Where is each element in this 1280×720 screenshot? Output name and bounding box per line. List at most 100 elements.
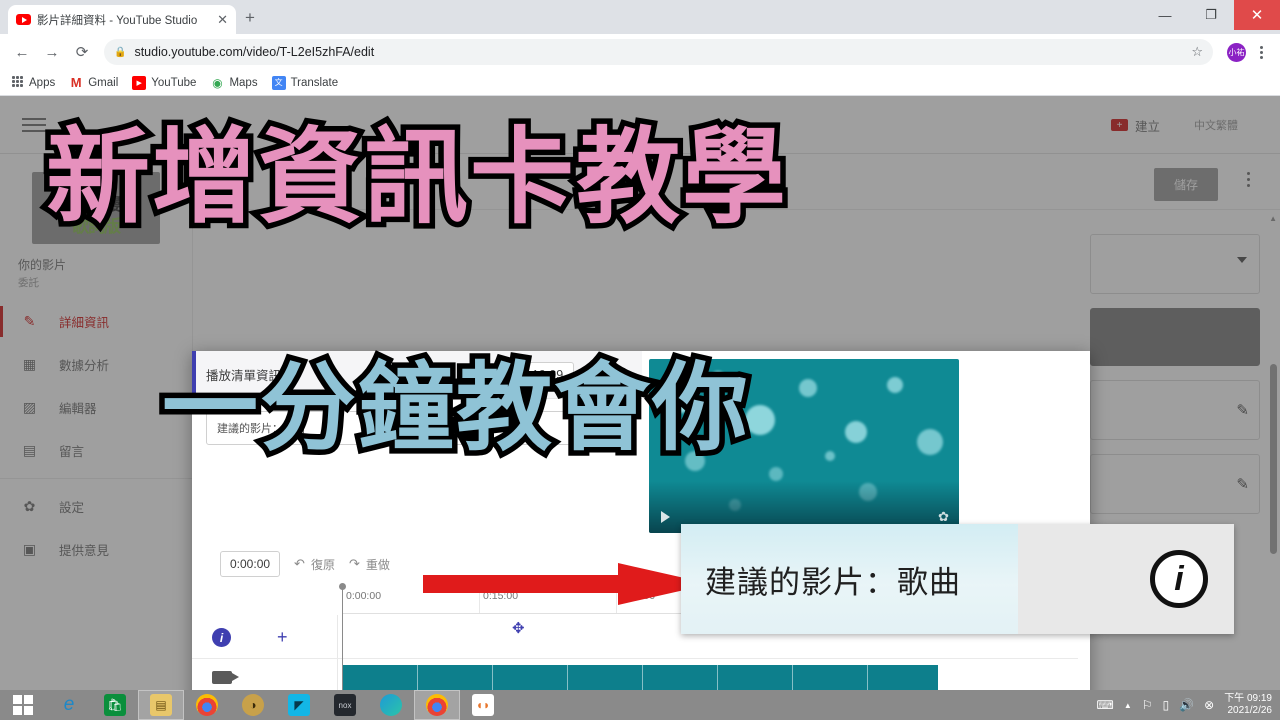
thumbnail-field[interactable] xyxy=(1090,308,1260,366)
start-button[interactable] xyxy=(0,690,46,720)
sidebar-item-settings[interactable]: ✿ 設定 xyxy=(0,485,192,528)
redo-label: 重做 xyxy=(365,557,390,572)
edit-field-1[interactable]: ✎ xyxy=(1090,380,1260,440)
maps-pin-icon: ◉ xyxy=(212,75,223,90)
banner-text: 建議的影片：歌曲 xyxy=(705,564,961,600)
windows-taskbar: e 🛍 ▤ ◑ ◤ nox ◖◗ ⌨ ▲ ⚐ ▯ 🔊 ⊗ 下午 09:19 20… xyxy=(0,690,1280,720)
video-camera-icon xyxy=(212,671,239,684)
undo-icon: ↶ xyxy=(294,556,305,571)
card-timeline-marker[interactable]: ✥ xyxy=(512,619,525,645)
video-row-controls xyxy=(212,671,239,684)
bookmark-maps[interactable]: ◉ Maps xyxy=(210,76,257,90)
current-time-field[interactable]: 0:00:00 xyxy=(220,551,281,577)
bookmark-star-icon[interactable]: ☆ xyxy=(1191,44,1203,60)
video-filmstrip[interactable] xyxy=(342,665,938,690)
redo-icon: ↷ xyxy=(348,556,360,571)
browser-tab[interactable]: 影片詳細資料 - YouTube Studio ✕ xyxy=(8,5,236,34)
edge-icon xyxy=(380,694,402,716)
pencil-icon: ✎ xyxy=(1236,402,1249,419)
close-circle-icon[interactable]: ⊗ xyxy=(1204,698,1214,712)
window-controls: — ❐ ✕ xyxy=(1142,0,1280,30)
gmail-icon: M xyxy=(70,75,82,90)
sidebar-item-label: 數據分析 xyxy=(59,359,110,373)
pencil-icon: ✎ xyxy=(23,313,36,329)
chrome-button[interactable] xyxy=(184,690,230,720)
youtube-icon: ▶ xyxy=(132,75,147,90)
translate-icon: 文 xyxy=(271,75,286,90)
windows-logo-icon xyxy=(13,695,33,715)
reload-icon[interactable]: ⟳ xyxy=(68,38,96,66)
info-circle-icon: i xyxy=(212,628,231,647)
bookmark-apps[interactable]: Apps xyxy=(10,75,56,90)
internet-explorer-button[interactable]: e xyxy=(46,690,92,720)
bookmark-label: Translate xyxy=(290,76,339,89)
bookmark-label: Apps xyxy=(29,76,56,89)
play-icon[interactable] xyxy=(661,511,670,523)
sidebar-divider xyxy=(0,478,192,479)
back-icon[interactable]: ← xyxy=(8,38,36,66)
new-tab-button[interactable]: + xyxy=(245,9,255,26)
keyboard-icon[interactable]: ⌨ xyxy=(1097,698,1114,712)
chevron-down-icon xyxy=(1237,257,1247,263)
file-explorer-button[interactable]: ▤ xyxy=(138,690,184,720)
edge-button[interactable] xyxy=(368,690,414,720)
flag-icon[interactable]: ⚐ xyxy=(1142,698,1153,712)
nox-button[interactable]: nox xyxy=(322,690,368,720)
address-bar[interactable]: 🔒 studio.youtube.com/video/T-L2eI5zhFA/e… xyxy=(104,39,1213,65)
sidebar-item-label: 詳細資訊 xyxy=(59,316,110,330)
bookmark-gmail[interactable]: M Gmail xyxy=(69,75,118,90)
cards-row-controls: i + xyxy=(212,627,288,648)
apps-grid-icon xyxy=(10,75,24,90)
create-label: 建立 xyxy=(1134,119,1160,134)
undo-button[interactable]: ↶ 復原 xyxy=(294,556,335,573)
scrollbar-thumb[interactable] xyxy=(1270,364,1277,554)
gear-icon[interactable]: ✿ xyxy=(938,509,949,525)
details-field-column: ✎ ✎ xyxy=(1090,234,1260,528)
dropdown-field[interactable] xyxy=(1090,234,1260,294)
clock[interactable]: 下午 09:19 2021/2/26 xyxy=(1224,693,1272,718)
close-window-button[interactable]: ✕ xyxy=(1234,0,1280,30)
redo-button[interactable]: ↷ 重做 xyxy=(349,556,390,573)
bookmark-label: YouTube xyxy=(151,76,197,89)
store-button[interactable]: 🛍 xyxy=(92,690,138,720)
avatar[interactable]: 小祐 xyxy=(1227,42,1246,62)
kmplayer-button[interactable]: ◤ xyxy=(276,690,322,720)
overlay-banner: 建議的影片：歌曲 i xyxy=(681,524,1234,634)
chrome-active-button[interactable] xyxy=(414,690,460,720)
forward-icon[interactable]: → xyxy=(38,38,66,66)
timeline-playhead[interactable] xyxy=(339,583,346,690)
edit-field-2[interactable]: ✎ xyxy=(1090,454,1260,514)
create-button[interactable]: 建立 xyxy=(1101,110,1170,140)
chevron-up-icon[interactable]: ▲ xyxy=(1124,701,1132,710)
office-icon: ◖◗ xyxy=(472,694,494,716)
close-icon[interactable]: ✕ xyxy=(217,13,228,26)
bookmark-translate[interactable]: 文 Translate xyxy=(271,75,339,90)
league-of-legends-button[interactable]: ◑ xyxy=(230,690,276,720)
volume-icon[interactable]: 🔊 xyxy=(1179,698,1194,712)
sidebar-item-label: 留言 xyxy=(59,445,85,459)
bookmark-youtube[interactable]: ▶ YouTube xyxy=(132,75,197,90)
system-tray: ⌨ ▲ ⚐ ▯ 🔊 ⊗ 下午 09:19 2021/2/26 xyxy=(1097,690,1280,720)
clapperboard-icon: ▨ xyxy=(22,399,37,415)
minimize-button[interactable]: — xyxy=(1142,0,1188,30)
browser-menu-icon[interactable] xyxy=(1250,45,1272,59)
sidebar-item-feedback[interactable]: ▣ 提供意見 xyxy=(0,528,192,571)
scrollbar[interactable]: ▲ xyxy=(1269,214,1277,676)
maximize-button[interactable]: ❐ xyxy=(1188,0,1234,30)
lol-icon: ◑ xyxy=(242,694,264,716)
save-button[interactable]: 儲存 xyxy=(1153,168,1218,201)
tab-title: 影片詳細資料 - YouTube Studio xyxy=(37,14,198,27)
your-video-sub: 委託 xyxy=(18,277,39,289)
lock-icon: 🔒 xyxy=(114,46,127,58)
office-button[interactable]: ◖◗ xyxy=(460,690,506,720)
device-icon[interactable]: ▯ xyxy=(1163,698,1170,712)
more-options-icon[interactable] xyxy=(1247,172,1250,187)
youtube-icon xyxy=(16,14,31,25)
url-text: studio.youtube.com/video/T-L2eI5zhFA/edi… xyxy=(134,45,375,59)
overlay-title-line2: 一分鐘教會你 xyxy=(157,347,754,470)
pencil-icon: ✎ xyxy=(1236,476,1249,493)
plus-icon[interactable]: + xyxy=(277,627,288,648)
hamburger-menu-icon[interactable] xyxy=(22,117,46,132)
scroll-up-icon[interactable]: ▲ xyxy=(1269,214,1277,223)
sidebar-item-label: 編輯器 xyxy=(59,402,97,416)
